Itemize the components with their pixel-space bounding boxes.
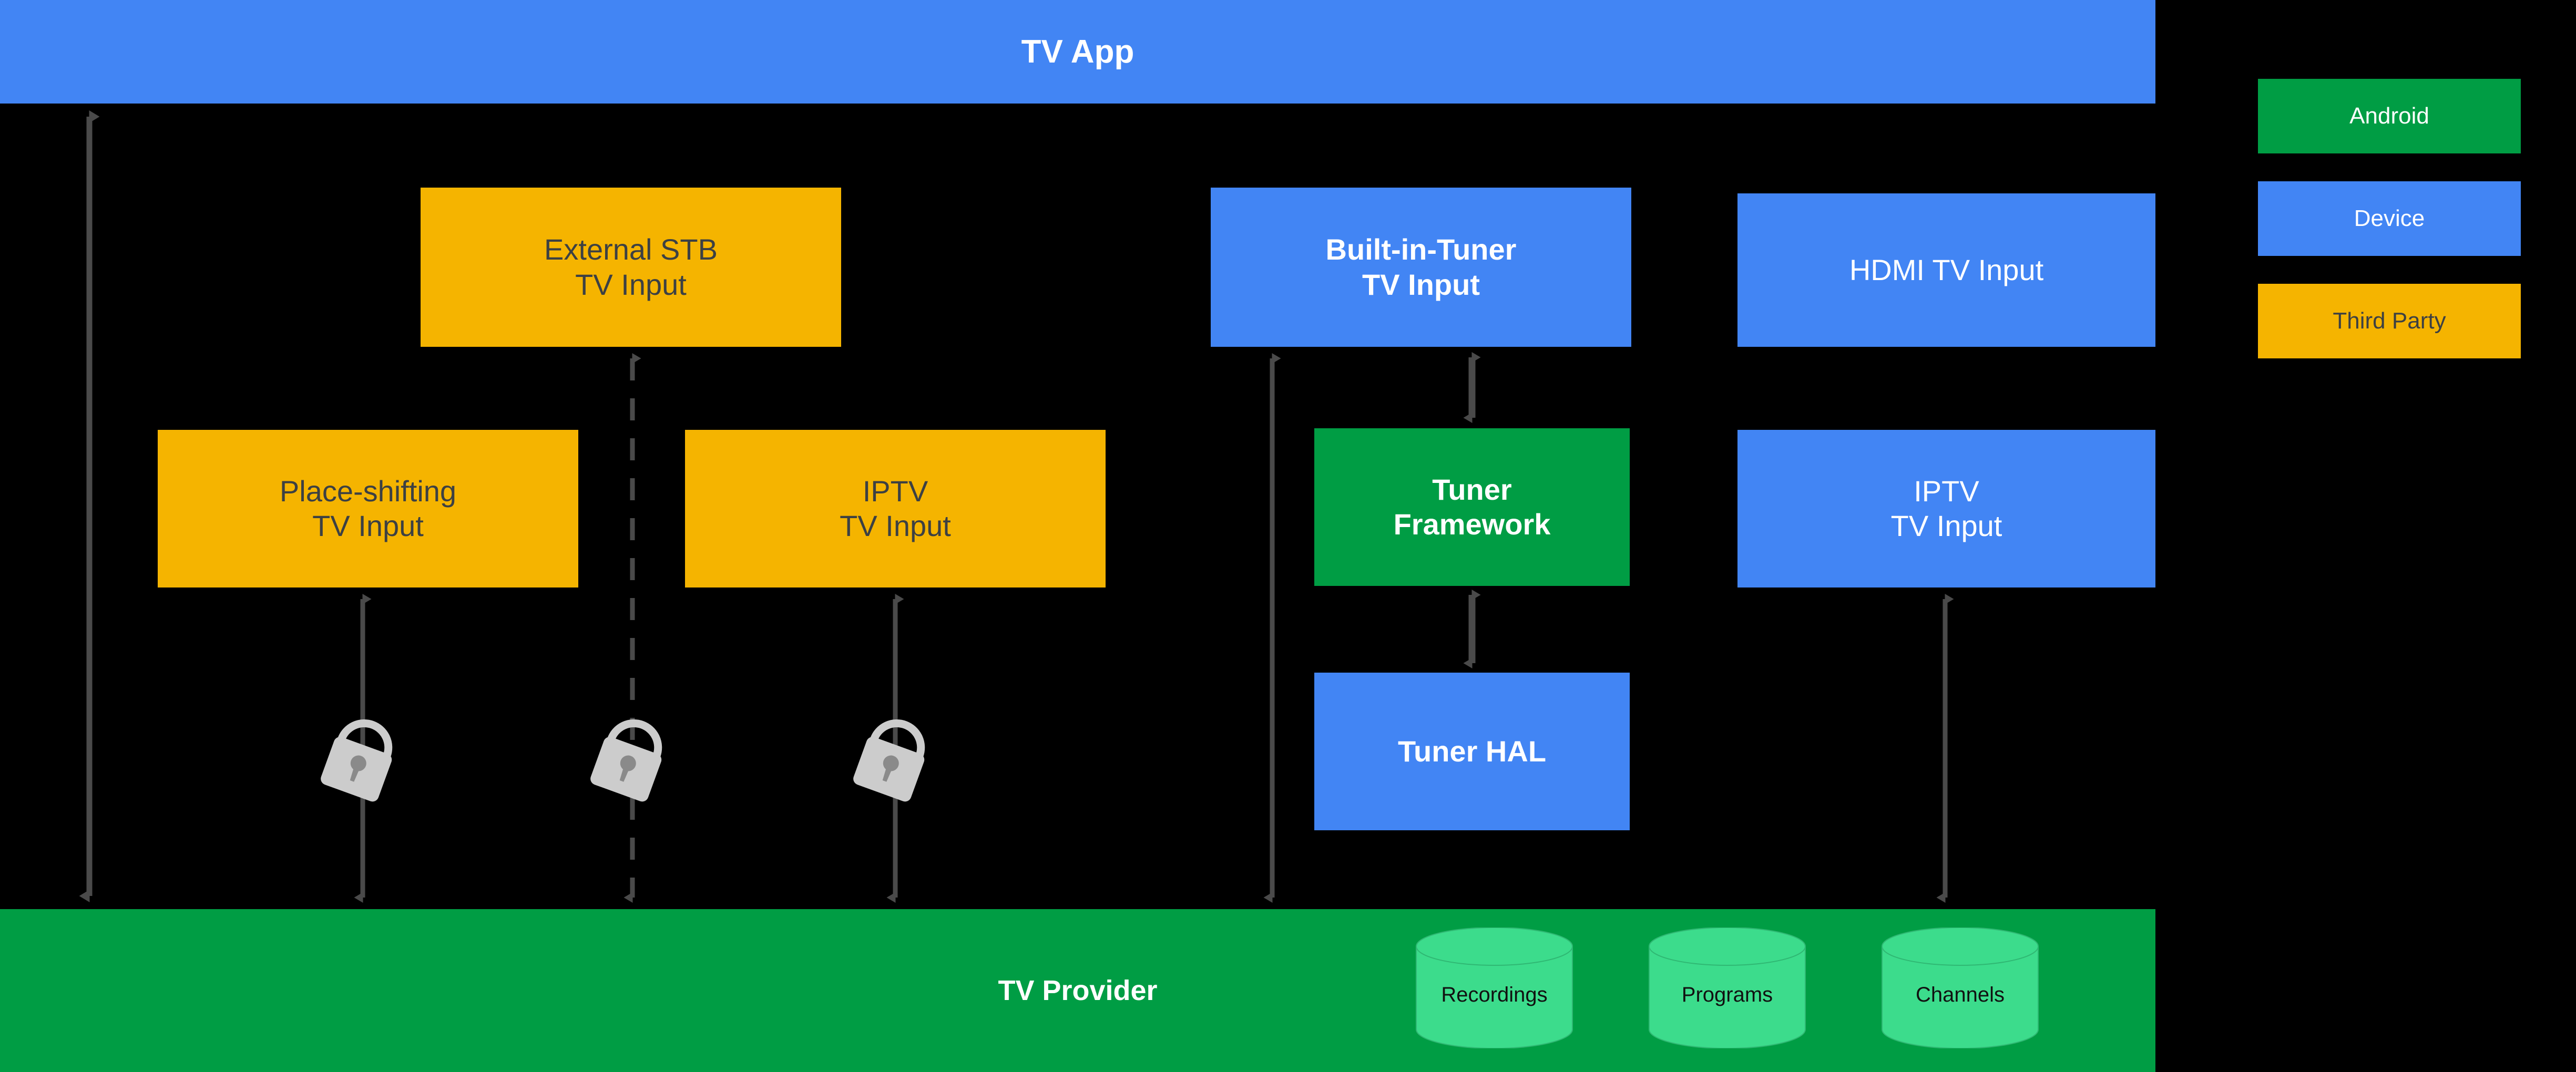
legend-label: Third Party xyxy=(2333,308,2446,334)
tv-provider-band: TV Provider xyxy=(0,909,2155,1072)
database-programs[interactable]: Programs xyxy=(1647,927,1807,1048)
node-label: Tuner HAL xyxy=(1397,734,1547,768)
node-iptv-tv-input-third-party[interactable]: IPTV TV Input xyxy=(685,430,1106,587)
database-channels[interactable]: Channels xyxy=(1880,927,2040,1048)
node-tuner-framework[interactable]: Tuner Framework xyxy=(1314,428,1630,586)
diagram-canvas: TV App External STB TV Input Place-shift… xyxy=(0,0,2576,1072)
database-label: Programs xyxy=(1681,983,1773,1006)
node-label: IPTV TV Input xyxy=(840,474,951,542)
node-label: Built-in-Tuner TV Input xyxy=(1325,233,1517,301)
legend-item-device: Device xyxy=(2258,181,2521,256)
legend-item-third-party: Third Party xyxy=(2258,284,2521,358)
node-label: Tuner Framework xyxy=(1393,472,1551,541)
lock-icon-external-stb xyxy=(590,719,662,802)
node-hdmi-tv-input[interactable]: HDMI TV Input xyxy=(1737,193,2155,347)
node-label: HDMI TV Input xyxy=(1849,253,2044,286)
tv-provider-label: TV Provider xyxy=(998,975,1158,1006)
database-label: Channels xyxy=(1915,983,2005,1006)
node-label: Place-shifting TV Input xyxy=(279,474,457,542)
node-label: External STB TV Input xyxy=(544,233,718,301)
node-label: IPTV TV Input xyxy=(1890,474,2002,542)
tv-app-label: TV App xyxy=(1021,34,1134,70)
database-label: Recordings xyxy=(1441,983,1548,1006)
lock-icon-place-shifting xyxy=(321,719,393,802)
node-place-shifting-tv-input[interactable]: Place-shifting TV Input xyxy=(158,430,578,587)
legend-item-android: Android xyxy=(2258,79,2521,153)
node-external-stb-tv-input[interactable]: External STB TV Input xyxy=(421,188,841,347)
database-recordings[interactable]: Recordings xyxy=(1414,927,1575,1048)
tv-app-band: TV App xyxy=(0,0,2155,104)
node-built-in-tuner-tv-input[interactable]: Built-in-Tuner TV Input xyxy=(1211,188,1631,347)
node-iptv-tv-input-device[interactable]: IPTV TV Input xyxy=(1737,430,2155,587)
legend-label: Device xyxy=(2354,205,2425,231)
lock-icon-iptv-thirdparty xyxy=(853,719,925,802)
node-tuner-hal[interactable]: Tuner HAL xyxy=(1314,673,1630,830)
legend-label: Android xyxy=(2349,103,2429,129)
